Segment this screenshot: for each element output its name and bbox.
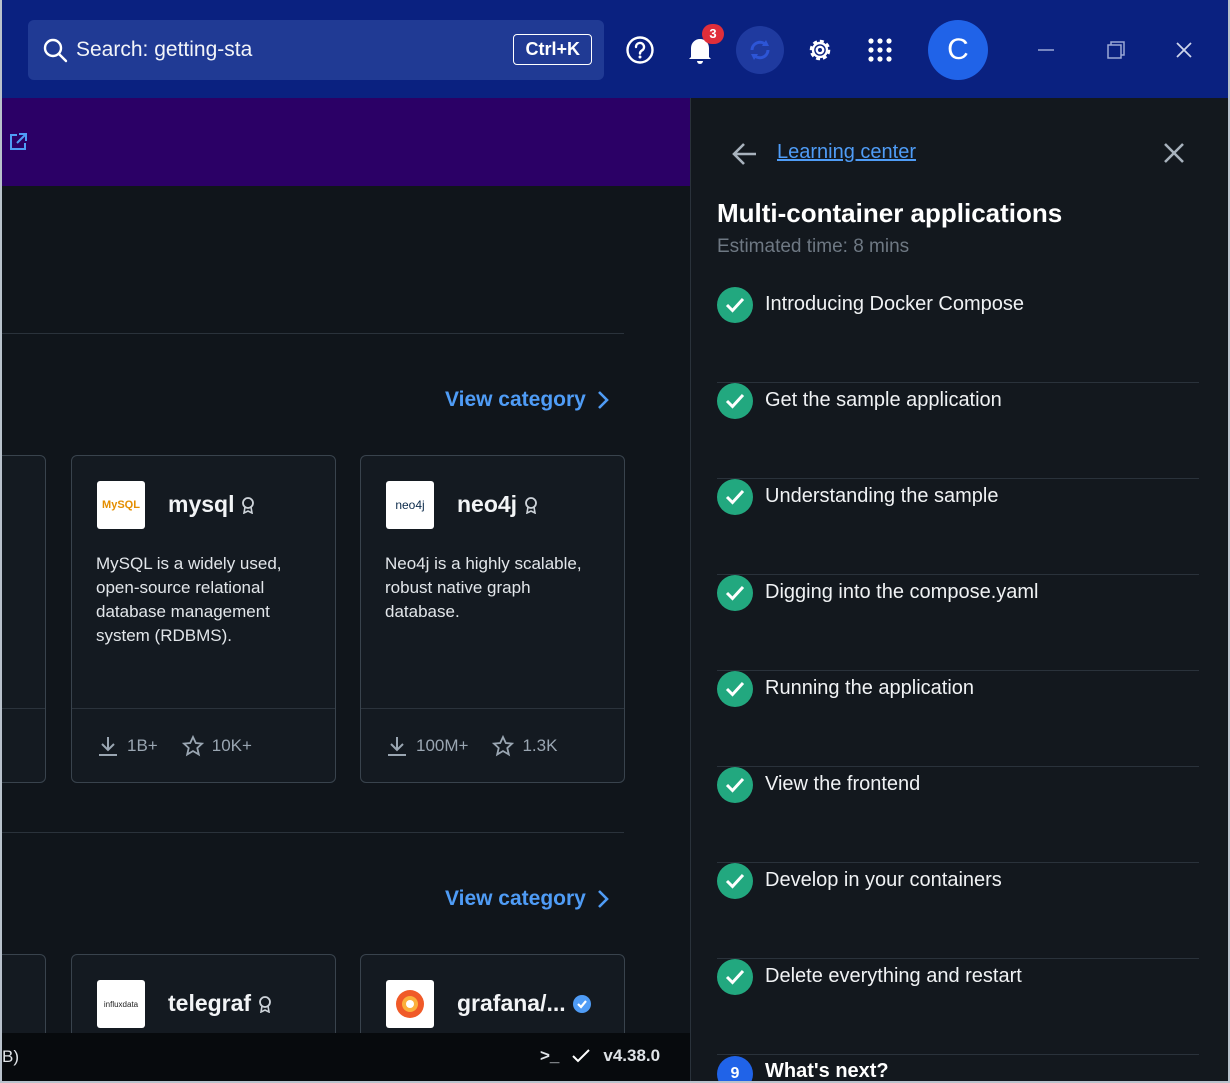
learning-step[interactable]: Get the sample application [717, 383, 1199, 479]
section-divider [2, 333, 624, 334]
learning-center-link[interactable]: Learning center [777, 141, 916, 164]
neo4j-logo: neo4j [386, 481, 434, 529]
chevron-right-icon [597, 391, 609, 409]
check-circle-icon [717, 959, 753, 995]
grid-icon [868, 38, 892, 62]
notification-badge: 3 [702, 24, 724, 44]
promo-banner [2, 98, 690, 186]
version-label: v4.38.0 [603, 1046, 661, 1065]
learning-step[interactable]: Running the application [717, 671, 1199, 767]
step-label: Get the sample application [765, 389, 1002, 411]
grafana-icon [396, 990, 424, 1018]
official-badge-icon [525, 496, 537, 514]
step-label: Delete everything and restart [765, 965, 1022, 987]
check-circle-icon [717, 287, 753, 323]
sync-button[interactable] [736, 26, 784, 74]
download-icon [99, 736, 117, 756]
star-count: 1.3K [522, 735, 558, 755]
mysql-logo: MySQL [97, 481, 145, 529]
minimize-icon [1038, 49, 1054, 51]
top-bar: Search: getting-sta Ctrl+K 3 C [2, 0, 1228, 98]
official-badge-icon [242, 496, 255, 514]
search-icon [43, 38, 68, 63]
check-icon [572, 1049, 591, 1063]
check-circle-icon [717, 575, 753, 611]
restore-icon [1107, 41, 1125, 59]
star-icon [492, 734, 515, 756]
view-category-link[interactable]: View category [445, 388, 610, 412]
docker-desktop-window: Search: getting-sta Ctrl+K 3 C View cate… [0, 0, 1230, 1083]
card-title: grafana/... [457, 990, 592, 1017]
help-button[interactable] [620, 30, 660, 70]
terminal-button[interactable]: >_ [540, 1046, 559, 1066]
learning-step[interactable]: Introducing Docker Compose [717, 287, 1199, 383]
learning-step[interactable]: Understanding the sample [717, 479, 1199, 575]
catalog-card-partial[interactable] [2, 455, 46, 783]
restore-button[interactable] [1100, 34, 1132, 66]
chevron-right-icon [597, 890, 609, 908]
check-circle-icon [717, 479, 753, 515]
minimize-button[interactable] [1030, 34, 1062, 66]
settings-button[interactable] [800, 30, 840, 70]
card-stats: 100M+ 1.3K [361, 708, 624, 782]
official-badge-icon [259, 995, 271, 1013]
card-description: Neo4j is a highly scalable, robust nativ… [385, 554, 582, 621]
help-icon [626, 36, 654, 64]
panel-title: Multi-container applications [717, 198, 1063, 228]
pull-count: 1B+ [127, 735, 158, 755]
step-label: Develop in your containers [765, 869, 1002, 891]
learning-center-panel: Learning center Multi-container applicat… [690, 98, 1228, 1081]
learning-step[interactable]: View the frontend [717, 767, 1199, 863]
step-label: Introducing Docker Compose [765, 293, 1025, 315]
step-number-badge: 9 [717, 1056, 753, 1081]
step-label: Running the application [765, 677, 975, 699]
extensions-button[interactable] [860, 30, 900, 70]
download-icon [388, 736, 406, 756]
check-circle-icon [717, 863, 753, 899]
learning-step[interactable]: Delete everything and restart [717, 959, 1199, 1055]
step-label: View the frontend [765, 773, 921, 795]
card-title: neo4j [457, 491, 539, 518]
card-title: mysql [168, 491, 256, 518]
search-text: Search: getting-sta [76, 38, 253, 61]
user-avatar[interactable]: C [928, 20, 988, 80]
learning-step[interactable]: Develop in your containers [717, 863, 1199, 959]
catalog-card-mysql[interactable]: MySQL mysql MySQL is a widely used, open… [71, 455, 336, 783]
learning-step[interactable]: Digging into the compose.yaml [717, 575, 1199, 671]
verified-badge-icon [572, 994, 591, 1013]
section-divider [2, 832, 624, 833]
view-category-label: View category [445, 388, 586, 411]
step-label: Understanding the sample [765, 485, 999, 507]
whats-next-step[interactable]: What's next? [765, 1060, 889, 1081]
status-bar: B) >_ v4.38.0 [2, 1033, 690, 1081]
search-shortcut: Ctrl+K [513, 34, 592, 65]
influxdata-logo: influxdata [97, 980, 145, 1028]
card-stats: 1B+ 10K+ [72, 708, 335, 782]
status-right: >_ v4.38.0 [540, 1046, 660, 1066]
close-window-button[interactable] [1168, 34, 1200, 66]
external-link-icon[interactable] [8, 132, 28, 152]
check-circle-icon [717, 767, 753, 803]
check-circle-icon [717, 671, 753, 707]
check-circle-icon [717, 383, 753, 419]
gear-icon [809, 39, 831, 61]
view-category-link[interactable]: View category [445, 887, 610, 911]
catalog-card-neo4j[interactable]: neo4j neo4j Neo4j is a highly scalable, … [360, 455, 625, 783]
star-icon [181, 734, 204, 756]
status-left-text: B) [2, 1047, 19, 1066]
grafana-logo [386, 980, 434, 1028]
step-label: Digging into the compose.yaml [765, 581, 1039, 603]
arrow-left-icon[interactable] [731, 140, 759, 168]
pull-count: 100M+ [416, 735, 469, 755]
close-icon[interactable] [1161, 140, 1187, 166]
view-category-label: View category [445, 887, 586, 910]
card-description: MySQL is a widely used, open-source rela… [96, 554, 282, 645]
sync-icon [750, 40, 770, 60]
star-count: 10K+ [211, 735, 252, 755]
search-bar[interactable]: Search: getting-sta Ctrl+K [28, 20, 604, 80]
close-icon [1176, 42, 1192, 58]
card-title: telegraf [168, 990, 273, 1017]
estimated-time: Estimated time: 8 mins [717, 236, 910, 257]
